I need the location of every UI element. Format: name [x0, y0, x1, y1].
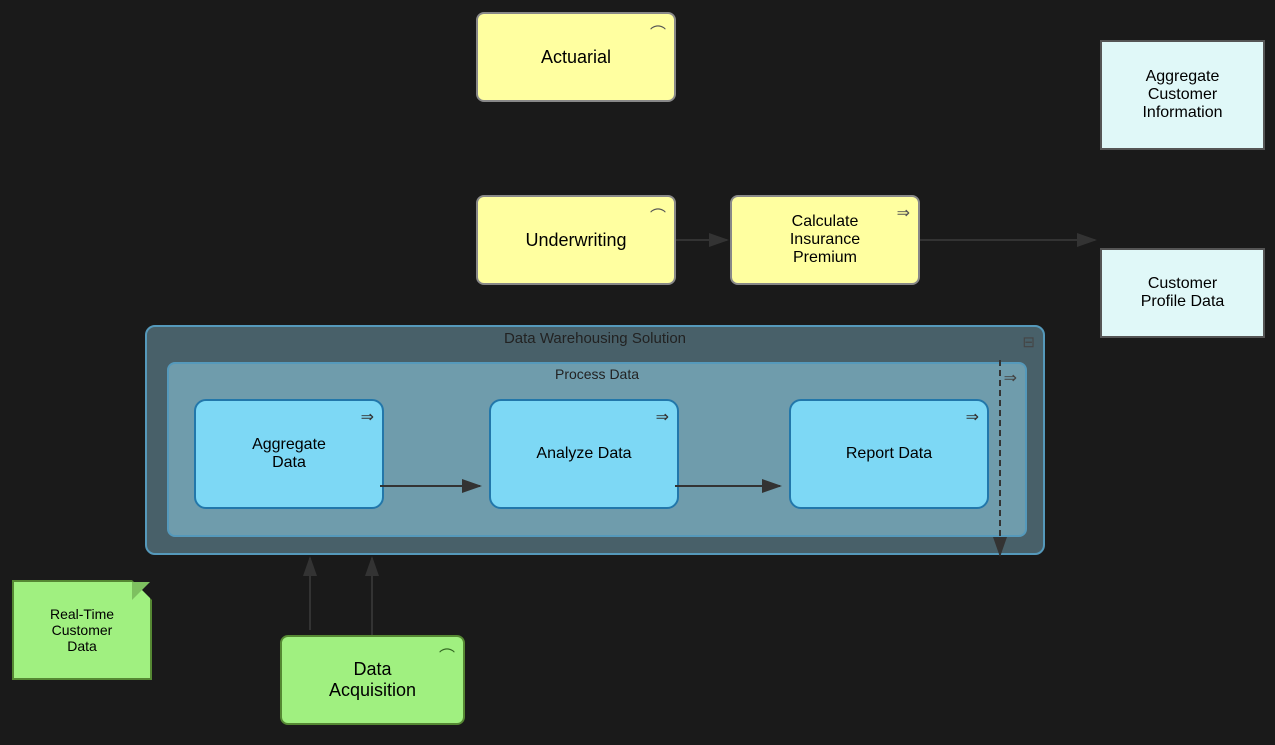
process-data-icon: ⇒: [1004, 368, 1017, 388]
actuarial-label: Actuarial: [541, 47, 611, 68]
calc-premium-corner-icon: ⇒: [897, 203, 910, 223]
realtime-customer-label: Real-TimeCustomerData: [50, 606, 114, 654]
agg-customer-node: AggregateCustomerInformation: [1100, 40, 1265, 150]
calc-premium-node: ⇒ CalculateInsurancePremium: [730, 195, 920, 285]
underwriting-node: ⌒ Underwriting: [476, 195, 676, 285]
data-warehousing-container: Data Warehousing Solution ⊟ Process Data…: [145, 325, 1045, 555]
agg-customer-label: AggregateCustomerInformation: [1142, 68, 1222, 122]
data-warehousing-icon: ⊟: [1022, 333, 1035, 351]
realtime-customer-node: Real-TimeCustomerData: [12, 580, 152, 680]
calc-premium-label: CalculateInsurancePremium: [790, 213, 860, 267]
aggregate-data-label: AggregateData: [252, 436, 326, 472]
data-acquisition-node: ⌒ DataAcquisition: [280, 635, 465, 725]
customer-profile-label: CustomerProfile Data: [1141, 275, 1225, 311]
report-data-icon: ⇒: [966, 407, 979, 427]
aggregate-data-icon: ⇒: [361, 407, 374, 427]
report-data-node: ⇒ Report Data: [789, 399, 989, 509]
diagram-container: ⌒ Actuarial ⌒ Underwriting ⇒ CalculateIn…: [0, 0, 1275, 745]
customer-profile-node: CustomerProfile Data: [1100, 248, 1265, 338]
actuarial-node: ⌒ Actuarial: [476, 12, 676, 102]
analyze-data-node: ⇒ Analyze Data: [489, 399, 679, 509]
data-warehousing-label: Data Warehousing Solution: [494, 326, 696, 351]
underwriting-corner-icon: ⌒: [650, 203, 666, 227]
underwriting-label: Underwriting: [525, 230, 626, 251]
aggregate-data-node: ⇒ AggregateData: [194, 399, 384, 509]
report-data-label: Report Data: [846, 445, 932, 463]
actuarial-corner-icon: ⌒: [650, 20, 666, 44]
analyze-data-icon: ⇒: [656, 407, 669, 427]
process-data-container: Process Data ⇒ ⇒ AggregateData ⇒ Analyze…: [167, 362, 1027, 537]
data-acquisition-corner-icon: ⌒: [439, 643, 455, 667]
data-acquisition-label: DataAcquisition: [329, 659, 416, 701]
process-data-label: Process Data: [547, 363, 647, 385]
analyze-data-label: Analyze Data: [536, 445, 631, 463]
